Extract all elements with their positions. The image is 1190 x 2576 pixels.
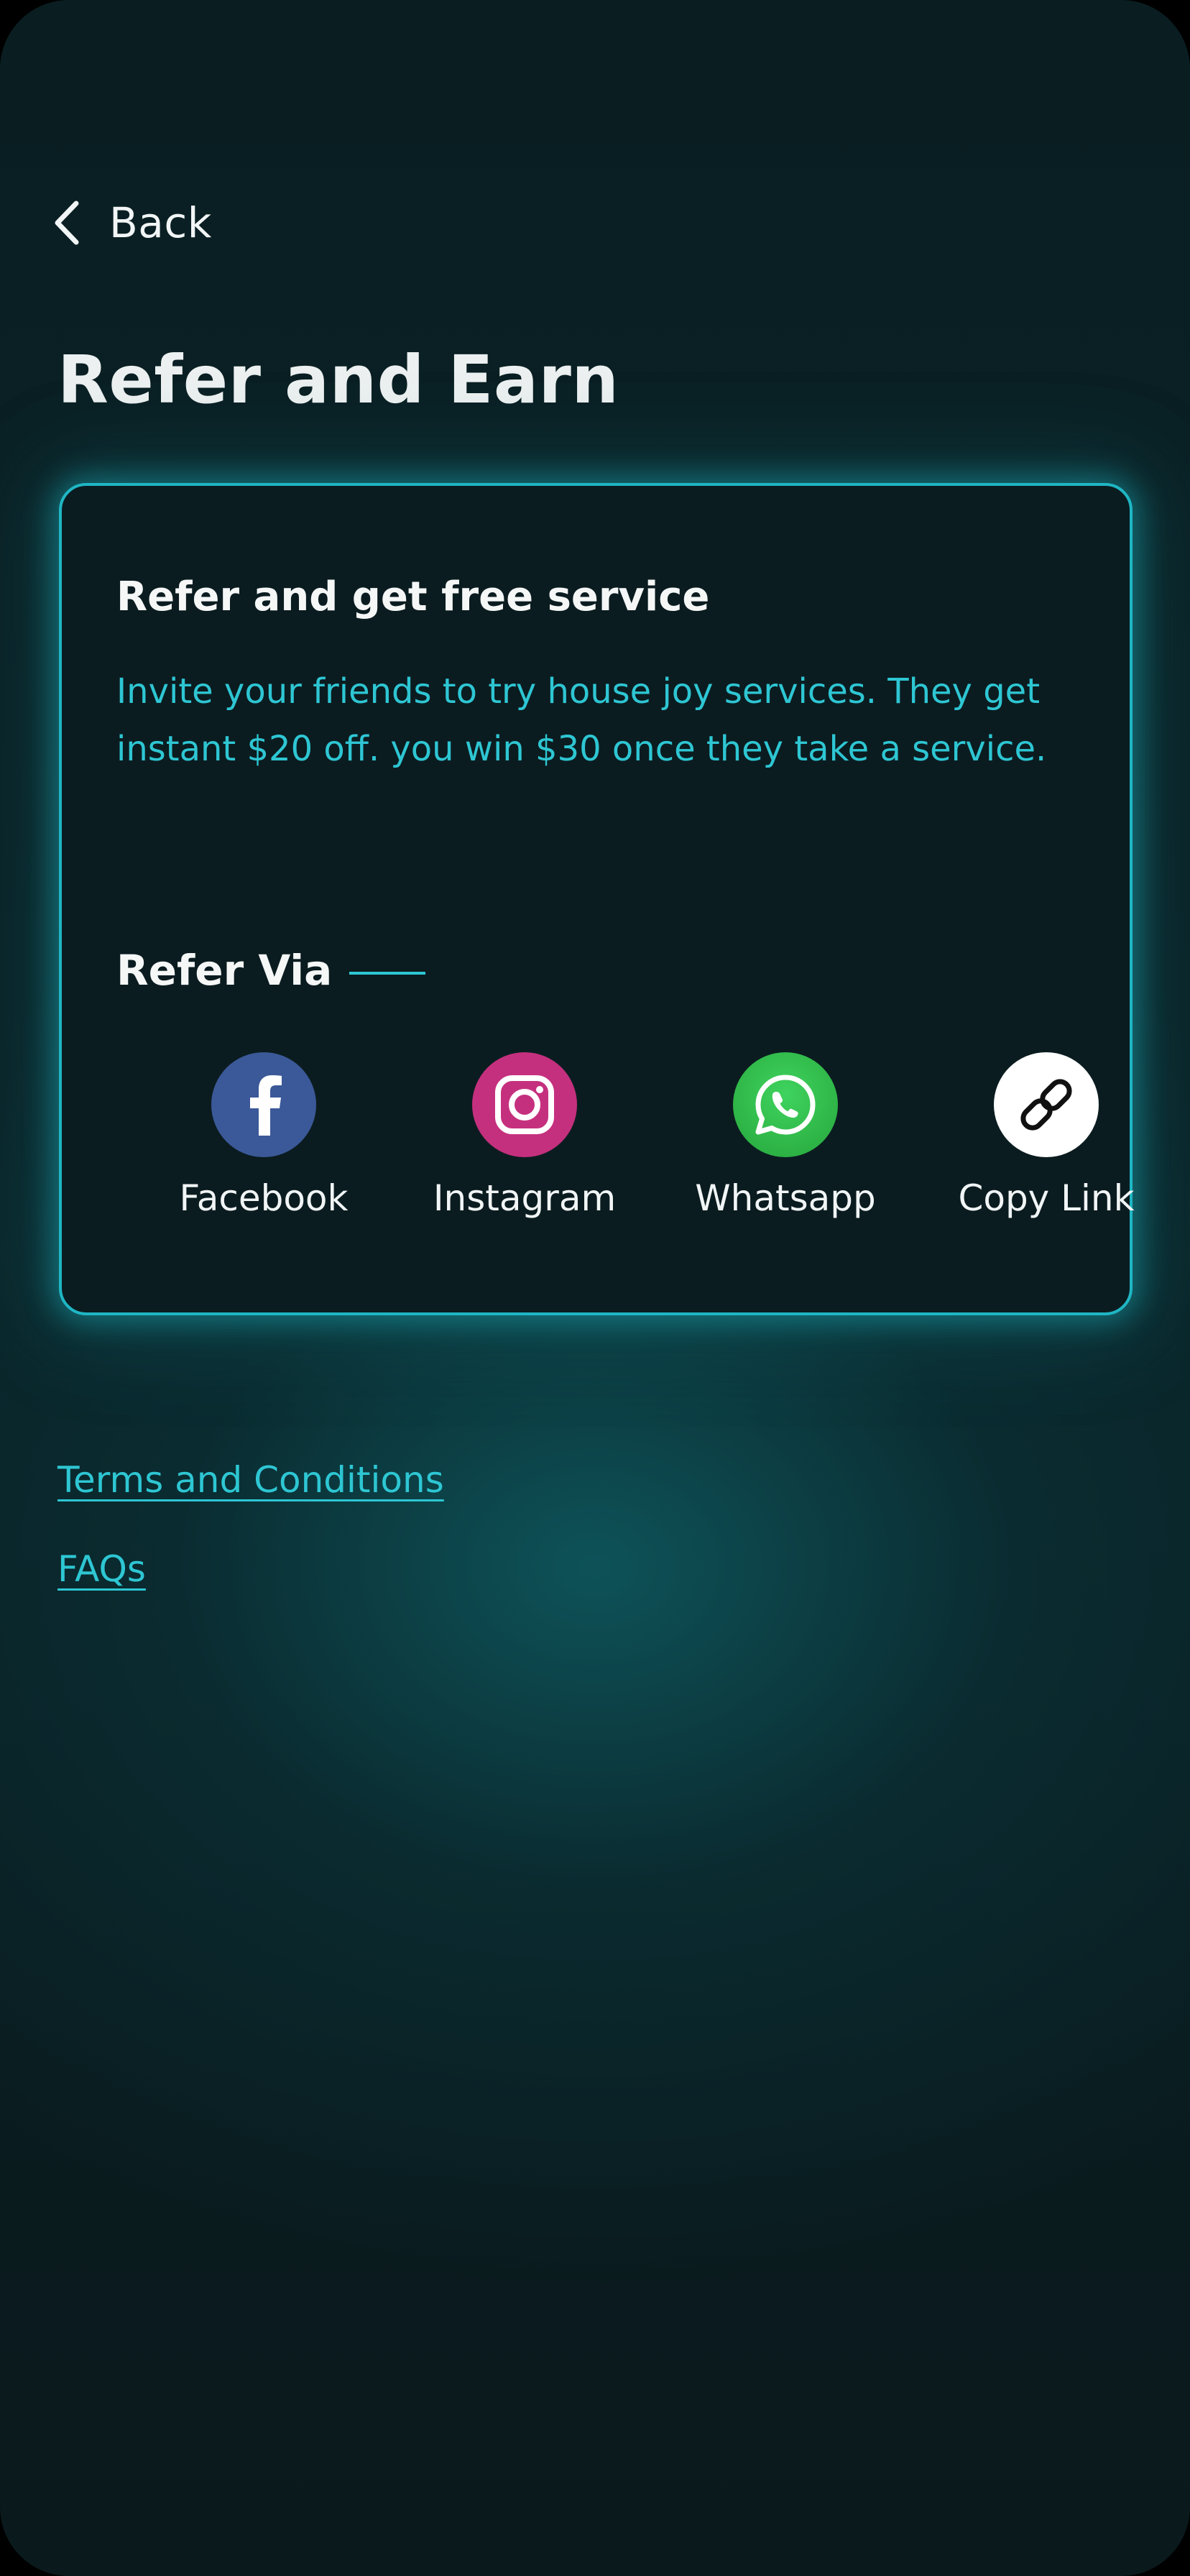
share-instagram-button[interactable]: Instagram bbox=[410, 1052, 640, 1219]
chevron-left-icon bbox=[52, 199, 83, 247]
referral-card: Refer and get free service Invite your f… bbox=[59, 483, 1135, 1315]
page-title: Refer and Earn bbox=[57, 341, 619, 418]
copy-link-button[interactable]: Copy Link bbox=[931, 1052, 1161, 1219]
share-whatsapp-button[interactable]: Whatsapp bbox=[670, 1052, 900, 1219]
share-options: Facebook Instagram Whatsapp Copy Link bbox=[62, 1052, 1135, 1239]
faqs-link[interactable]: FAQs bbox=[57, 1548, 146, 1590]
share-facebook-button[interactable]: Facebook bbox=[149, 1052, 379, 1219]
card-title: Refer and get free service bbox=[116, 574, 710, 620]
refer-via-label: Refer Via bbox=[116, 946, 333, 995]
refer-and-earn-screen: Back Refer and Earn Refer and get free s… bbox=[0, 0, 1190, 2576]
facebook-icon bbox=[211, 1052, 316, 1157]
share-label: Facebook bbox=[179, 1177, 349, 1219]
back-label: Back bbox=[109, 198, 212, 247]
whatsapp-icon bbox=[733, 1052, 838, 1157]
instagram-icon bbox=[472, 1052, 577, 1157]
terms-and-conditions-link[interactable]: Terms and Conditions bbox=[57, 1459, 444, 1501]
share-label: Instagram bbox=[433, 1177, 617, 1219]
refer-via-divider bbox=[349, 972, 426, 975]
share-label: Copy Link bbox=[958, 1177, 1135, 1219]
refer-via-heading: Refer Via bbox=[116, 946, 426, 995]
card-description: Invite your friends to try house joy ser… bbox=[116, 671, 1047, 769]
link-icon bbox=[994, 1052, 1099, 1157]
share-label: Whatsapp bbox=[695, 1177, 876, 1219]
back-button[interactable]: Back bbox=[52, 194, 212, 252]
